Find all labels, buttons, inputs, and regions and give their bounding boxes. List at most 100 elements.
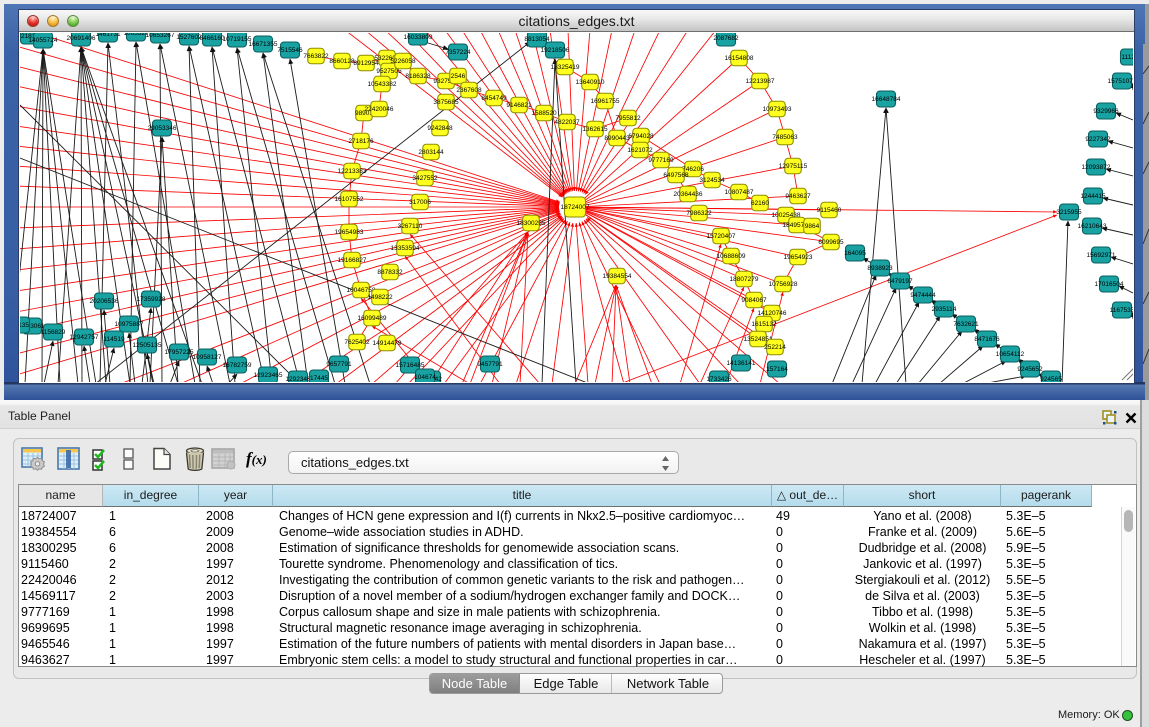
svg-text:14914479: 14914479 — [373, 340, 402, 347]
svg-text:16099489: 16099489 — [358, 315, 387, 322]
svg-text:7986322: 7986322 — [686, 210, 712, 217]
svg-text:9474444: 9474444 — [910, 292, 936, 299]
svg-text:8813054: 8813054 — [524, 36, 550, 43]
svg-text:7625402: 7625402 — [344, 339, 370, 346]
svg-text:2803144: 2803144 — [418, 149, 444, 156]
svg-text:3215955: 3215955 — [1056, 209, 1082, 216]
svg-text:1588520: 1588520 — [531, 110, 557, 117]
svg-text:1527602: 1527602 — [176, 34, 202, 41]
svg-text:22420046: 22420046 — [365, 106, 394, 113]
svg-text:7515546: 7515546 — [277, 47, 303, 54]
svg-text:15692971: 15692971 — [1087, 252, 1116, 259]
svg-text:1292346: 1292346 — [285, 376, 311, 382]
svg-text:62160: 62160 — [751, 200, 769, 207]
svg-text:9084067: 9084067 — [741, 297, 767, 304]
svg-text:7663822: 7663822 — [303, 53, 329, 60]
svg-text:20364436: 20364436 — [674, 191, 703, 198]
svg-text:17445: 17445 — [310, 375, 328, 382]
svg-text:10807487: 10807487 — [725, 189, 754, 196]
svg-text:6099695: 6099695 — [818, 239, 844, 246]
svg-text:12213383: 12213383 — [338, 168, 367, 175]
svg-text:1733426: 1733426 — [706, 376, 732, 382]
svg-text:15720407: 15720407 — [707, 233, 736, 240]
svg-text:9457791: 9457791 — [477, 361, 503, 368]
svg-text:9227342: 9227342 — [1085, 136, 1111, 143]
svg-text:9657791: 9657791 — [326, 361, 352, 368]
svg-text:16033809: 16033809 — [404, 34, 433, 41]
svg-text:13640910: 13640910 — [576, 79, 605, 86]
svg-text:13353594: 13353594 — [391, 245, 420, 252]
svg-text:6479197: 6479197 — [887, 278, 913, 285]
svg-text:8454749: 8454749 — [481, 95, 507, 102]
svg-text:9115460: 9115460 — [817, 207, 842, 214]
svg-text:14136141: 14136141 — [727, 360, 756, 367]
svg-text:114519: 114519 — [103, 336, 125, 343]
svg-text:4822037: 4822037 — [554, 119, 580, 126]
svg-text:8990443: 8990443 — [604, 135, 630, 142]
svg-text:14055724: 14055724 — [29, 37, 58, 44]
svg-text:9463627: 9463627 — [785, 193, 811, 200]
svg-text:17359928: 17359928 — [137, 296, 166, 303]
svg-text:15716485: 15716485 — [396, 362, 425, 369]
svg-text:8471676: 8471676 — [974, 336, 1000, 343]
svg-text:10756928: 10756928 — [769, 281, 798, 288]
svg-text:10975887: 10975887 — [115, 321, 144, 328]
svg-text:19218506: 19218506 — [541, 47, 570, 54]
svg-text:10543382: 10543382 — [368, 81, 397, 88]
svg-text:10973493: 10973493 — [763, 106, 792, 113]
svg-text:10653267: 10653267 — [146, 33, 175, 39]
svg-text:104674: 104674 — [414, 374, 436, 381]
svg-text:20691406: 20691406 — [67, 35, 96, 42]
svg-text:16648784: 16648784 — [872, 96, 901, 103]
svg-text:16210643: 16210643 — [1078, 223, 1107, 230]
svg-text:1156829: 1156829 — [41, 329, 66, 336]
svg-text:5226058: 5226058 — [390, 58, 416, 65]
svg-text:19654983: 19654983 — [335, 229, 364, 236]
svg-text:13325419: 13325419 — [551, 64, 580, 71]
svg-text:18724007: 18724007 — [561, 204, 590, 211]
svg-text:17957225: 17957225 — [165, 349, 194, 356]
svg-text:1244415: 1244415 — [1080, 193, 1106, 200]
svg-text:16107552: 16107552 — [335, 196, 364, 203]
svg-text:1362615: 1362615 — [582, 126, 608, 133]
svg-text:164095: 164095 — [844, 250, 866, 257]
svg-text:10719155: 10719155 — [223, 36, 252, 43]
svg-text:7357224: 7357224 — [445, 49, 471, 56]
svg-text:1167533: 1167533 — [1110, 307, 1133, 314]
svg-text:16782759: 16782759 — [223, 362, 252, 369]
svg-text:12975115: 12975115 — [779, 163, 808, 170]
svg-text:12505135: 12505135 — [133, 342, 162, 349]
svg-text:7632621: 7632621 — [953, 321, 979, 328]
svg-text:12923465: 12923465 — [254, 372, 283, 379]
svg-text:16671355: 16671355 — [249, 41, 278, 48]
svg-text:20206536: 20206536 — [90, 298, 119, 305]
svg-text:2087682: 2087682 — [713, 35, 739, 42]
svg-text:11124: 11124 — [1121, 54, 1133, 61]
svg-text:8660128: 8660128 — [329, 58, 355, 65]
svg-text:3875685: 3875685 — [433, 99, 459, 106]
svg-text:2718176: 2718176 — [348, 138, 374, 145]
svg-text:8186328: 8186328 — [405, 73, 431, 80]
svg-text:3124534: 3124534 — [699, 177, 725, 184]
svg-text:9242848: 9242848 — [427, 125, 453, 132]
svg-text:9146821: 9146821 — [506, 102, 532, 109]
svg-text:2367608: 2367608 — [456, 87, 482, 94]
svg-text:29053346: 29053346 — [148, 125, 177, 132]
svg-text:15751074: 15751074 — [1108, 78, 1133, 85]
svg-text:18300295: 18300295 — [517, 220, 546, 227]
svg-text:157164: 157164 — [766, 366, 788, 373]
svg-text:12942757: 12942757 — [70, 334, 99, 341]
svg-text:3427552: 3427552 — [412, 175, 438, 182]
svg-text:9329966: 9329966 — [1093, 108, 1119, 115]
svg-text:17016504: 17016504 — [1095, 281, 1124, 288]
svg-text:6497568: 6497568 — [663, 172, 689, 179]
svg-text:9864: 9864 — [805, 223, 820, 230]
svg-text:12213987: 12213987 — [746, 78, 775, 85]
svg-text:19135: 19135 — [20, 322, 29, 329]
svg-text:924565: 924565 — [1040, 376, 1062, 382]
svg-text:7955812: 7955812 — [615, 115, 641, 122]
svg-text:8878332: 8878332 — [377, 269, 403, 276]
svg-text:19654923: 19654923 — [784, 254, 813, 261]
svg-text:12093872: 12093872 — [1082, 164, 1111, 171]
svg-text:19166827: 19166827 — [338, 257, 367, 264]
